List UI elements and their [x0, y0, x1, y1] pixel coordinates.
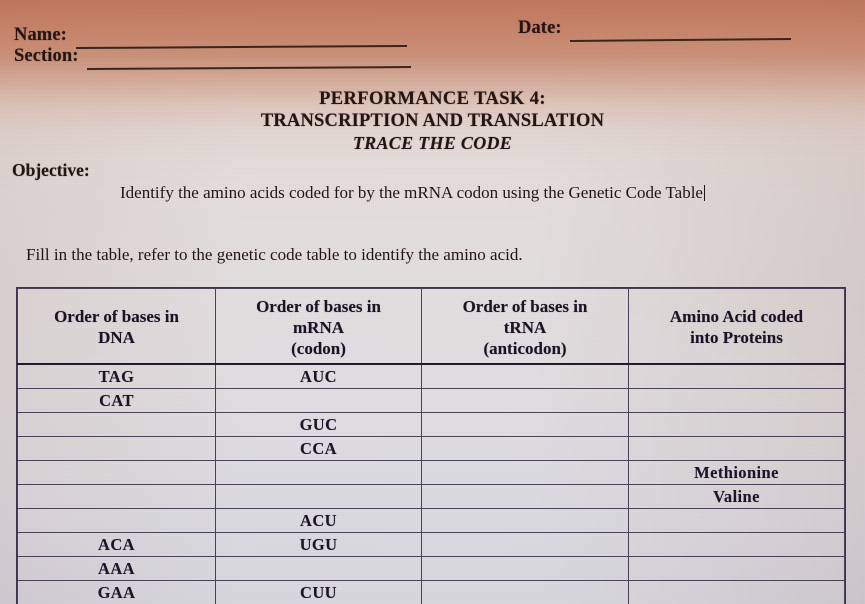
instruction-text: Fill in the table, refer to the genetic … — [26, 245, 523, 264]
column-header-dna: Order of bases in DNA — [17, 288, 216, 365]
column-header-amino-line2: into Proteins — [690, 328, 783, 347]
table-row: GAA CUU — [17, 580, 845, 604]
cell-dna[interactable]: TAG — [17, 363, 216, 389]
cell-trna[interactable] — [421, 508, 629, 533]
table-row: Methionine — [17, 460, 845, 485]
objective-text-value: Identify the amino acids coded for by th… — [120, 183, 703, 202]
objective-text: Identify the amino acids coded for by th… — [12, 181, 862, 205]
cell-mrna[interactable]: CUU — [215, 580, 422, 604]
cell-mrna[interactable] — [215, 556, 422, 581]
worksheet-page: Name: Section: Date: PERFORMANCE TASK 4:… — [0, 0, 865, 604]
objective-label: Objective: — [12, 160, 90, 180]
column-header-mrna-line3: (codon) — [291, 338, 346, 358]
cell-amino-acid[interactable] — [628, 532, 845, 557]
cell-dna[interactable] — [17, 460, 216, 485]
table-row: Valine — [17, 484, 845, 509]
cell-mrna[interactable]: UGU — [215, 532, 422, 557]
cell-amino-acid[interactable] — [628, 412, 845, 437]
section-write-line[interactable] — [86, 66, 412, 70]
cell-mrna[interactable]: GUC — [215, 412, 422, 437]
column-header-trna-line3: (anticodon) — [483, 338, 567, 358]
cell-trna[interactable] — [421, 460, 629, 485]
cell-dna[interactable]: AAA — [17, 556, 216, 581]
cell-dna[interactable] — [17, 484, 216, 509]
task-subtitle: TRACE THE CODE — [352, 133, 513, 153]
cell-trna[interactable] — [421, 580, 629, 604]
cell-dna[interactable]: CAT — [17, 388, 216, 413]
cell-dna[interactable] — [17, 436, 216, 461]
cell-trna[interactable] — [421, 556, 629, 581]
table-row: ACA UGU — [17, 532, 845, 557]
column-header-dna-line2: DNA — [98, 328, 135, 347]
cell-dna[interactable] — [17, 508, 216, 533]
cell-mrna[interactable] — [215, 484, 422, 509]
column-header-dna-line1: Order of bases in — [54, 307, 179, 326]
date-write-line[interactable] — [569, 38, 792, 42]
cell-amino-acid[interactable] — [628, 436, 845, 461]
cell-trna[interactable] — [421, 363, 629, 389]
table-row: GUC — [17, 412, 845, 437]
column-header-amino-acid: Amino Acid coded into Proteins — [628, 288, 845, 365]
date-label: Date: — [518, 18, 562, 38]
text-caret — [703, 185, 705, 201]
cell-dna[interactable]: GAA — [17, 580, 216, 604]
column-header-mrna-line2: mRNA — [293, 317, 344, 337]
cell-trna[interactable] — [421, 388, 629, 413]
table-row: CAT — [17, 388, 845, 413]
task-title-line2: TRANSCRIPTION AND TRANSLATION — [260, 111, 605, 131]
column-header-trna: Order of bases in tRNA (anticodon) — [421, 288, 629, 365]
table-row: CCA — [17, 436, 845, 461]
trace-the-code-table: Order of bases in DNA Order of bases in … — [16, 287, 846, 604]
cell-amino-acid[interactable] — [628, 508, 845, 533]
cell-amino-acid[interactable] — [628, 556, 845, 581]
column-header-amino-line1: Amino Acid coded — [669, 307, 804, 326]
column-header-trna-line2: tRNA — [503, 317, 547, 337]
column-header-mrna: Order of bases in mRNA (codon) — [215, 288, 422, 365]
column-header-trna-line1: Order of bases in — [462, 296, 588, 316]
table-row: ACU — [17, 508, 845, 533]
task-title-line1: PERFORMANCE TASK 4: — [319, 89, 546, 109]
table-header: Order of bases in DNA Order of bases in … — [17, 288, 845, 365]
name-write-line[interactable] — [75, 44, 408, 50]
cell-mrna[interactable]: AUC — [215, 363, 422, 389]
cell-mrna[interactable]: ACU — [215, 508, 422, 533]
cell-amino-acid[interactable]: Valine — [628, 484, 845, 509]
cell-trna[interactable] — [421, 532, 629, 557]
section-label: Section: — [14, 46, 79, 66]
cell-amino-acid[interactable]: Methionine — [628, 460, 845, 485]
column-header-mrna-line1: Order of bases in — [256, 296, 381, 316]
cell-amino-acid[interactable] — [628, 388, 845, 413]
header-fields: Name: Section: Date: — [0, 0, 865, 80]
cell-trna[interactable] — [421, 484, 629, 509]
cell-trna[interactable] — [421, 436, 629, 461]
cell-trna[interactable] — [421, 412, 629, 437]
cell-mrna[interactable]: CCA — [215, 436, 422, 461]
cell-mrna[interactable] — [215, 388, 422, 413]
table-row: AAA — [17, 556, 845, 581]
cell-dna[interactable] — [17, 412, 216, 437]
table-row: TAG AUC — [17, 363, 845, 389]
cell-amino-acid[interactable] — [628, 363, 845, 389]
table-header-row: Order of bases in DNA Order of bases in … — [17, 288, 845, 365]
name-label: Name: — [14, 25, 67, 45]
cell-dna[interactable]: ACA — [17, 532, 216, 557]
table-body: TAG AUC CAT GUC CCA Methionine Valine ACU ACA UGU… — [17, 363, 845, 604]
title-block: PERFORMANCE TASK 4: TRANSCRIPTION AND TR… — [0, 88, 865, 155]
cell-mrna[interactable] — [215, 460, 422, 485]
cell-amino-acid[interactable] — [628, 580, 845, 604]
